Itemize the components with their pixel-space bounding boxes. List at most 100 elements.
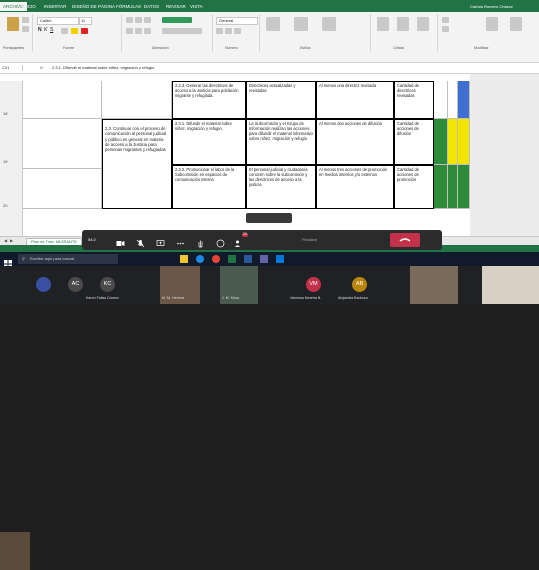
align-middle-icon[interactable] — [135, 17, 142, 23]
participant-video-tile[interactable] — [482, 266, 539, 304]
fill-color-icon[interactable] — [71, 28, 78, 34]
autosum-icon[interactable] — [442, 17, 449, 23]
row-header[interactable]: 19 — [3, 159, 7, 164]
participant-avatar-ab[interactable]: AB — [352, 277, 367, 292]
align-center-icon[interactable] — [135, 28, 142, 34]
raise-hand-icon[interactable] — [196, 235, 205, 248]
align-top-icon[interactable] — [126, 17, 133, 23]
cell-d19[interactable]: La Subcomisión y el Grupo de Información… — [246, 119, 316, 165]
excel-taskbar-icon[interactable] — [228, 255, 236, 263]
status-green-cell[interactable] — [448, 165, 458, 209]
status-green-cell[interactable] — [434, 119, 448, 165]
currency-icon[interactable] — [216, 28, 223, 34]
more-options-icon[interactable] — [176, 235, 185, 245]
align-left-icon[interactable] — [126, 28, 133, 34]
percent-icon[interactable] — [225, 28, 232, 34]
italic-button[interactable]: K — [44, 28, 47, 33]
participant-avatar[interactable] — [36, 277, 51, 292]
cell-d20[interactable]: El personal judicial y ciudadanía conoce… — [246, 165, 316, 209]
font-color-icon[interactable] — [81, 28, 88, 34]
participant-video-tile[interactable] — [0, 532, 30, 570]
participant-video-tile[interactable] — [410, 266, 458, 304]
format-as-table-icon[interactable] — [294, 17, 308, 31]
cell-e19[interactable]: Al menos dos acciones de difusión — [316, 119, 394, 165]
align-bottom-icon[interactable] — [144, 17, 151, 23]
font-size-select[interactable]: 11 — [79, 17, 92, 25]
cell-a20[interactable] — [22, 169, 102, 209]
name-box[interactable]: C21 — [2, 65, 23, 71]
row-header[interactable]: 20 — [3, 203, 7, 208]
tab-vista[interactable]: VISTA — [190, 4, 203, 9]
align-right-icon[interactable] — [144, 28, 151, 34]
cell-a19[interactable] — [22, 119, 102, 169]
cell-d18[interactable]: Directrices actualizadas y revisadas — [246, 81, 316, 119]
chat-icon[interactable] — [216, 235, 225, 248]
tab-diseno[interactable]: DISEÑO DE PÁGINA — [72, 4, 115, 9]
cut-icon[interactable] — [22, 17, 29, 23]
number-format-select[interactable]: General — [216, 17, 258, 25]
cell-c20[interactable]: 2.3.2. Promocionar el labor de la Subcom… — [172, 165, 246, 209]
tab-formulas[interactable]: FÓRMULAS — [116, 4, 141, 9]
user-name[interactable]: Carlota Romero Chávez — [470, 4, 513, 9]
cell-a18[interactable] — [22, 81, 102, 119]
cell-f18[interactable]: Cantidad de directrices revisadas — [394, 81, 434, 119]
wrap-text-button[interactable] — [162, 17, 192, 23]
edge-icon[interactable] — [196, 255, 204, 263]
delete-cells-icon[interactable] — [397, 17, 409, 31]
fill-icon[interactable] — [442, 26, 449, 32]
teams-taskbar-icon[interactable] — [260, 255, 268, 263]
borders-icon[interactable] — [61, 28, 68, 34]
font-name-select[interactable]: Calibri — [37, 17, 79, 25]
format-cells-icon[interactable] — [417, 17, 429, 31]
participant-avatar-vm[interactable]: VM — [306, 277, 321, 292]
cell-e18[interactable]: Al menos una directriz revisada — [316, 81, 394, 119]
fx-icon[interactable]: fx — [40, 66, 43, 70]
sort-filter-icon[interactable] — [486, 17, 498, 31]
comma-icon[interactable] — [234, 28, 241, 34]
find-select-icon[interactable] — [510, 17, 522, 31]
merge-center-button[interactable] — [162, 28, 202, 34]
status-green-cell[interactable] — [434, 165, 448, 209]
camera-icon[interactable] — [116, 235, 125, 246]
cell-e20[interactable]: Al menos tres acciones de promoción en m… — [316, 165, 394, 209]
taskbar-search-box[interactable]: ⚲ Escribe aquí para buscar — [18, 254, 118, 264]
bold-button[interactable]: N — [38, 28, 42, 33]
cell-styles-icon[interactable] — [322, 17, 336, 31]
sheet-nav-prev-icon[interactable]: ◀ — [4, 239, 7, 243]
formula-content[interactable]: 2.3.1. Difundir el material sobre niñez,… — [52, 66, 154, 70]
cell-c18[interactable]: 2.2.3. Generar las directrices de acceso… — [172, 81, 246, 119]
row-header[interactable]: 18 — [3, 111, 7, 116]
chrome-icon[interactable] — [212, 255, 220, 263]
status-yellow-cell[interactable] — [448, 119, 458, 165]
cell-status-1[interactable] — [434, 81, 448, 119]
insert-cells-icon[interactable] — [377, 17, 389, 31]
share-screen-icon[interactable] — [156, 235, 165, 246]
cell-f19[interactable]: Cantidad de acciones de difusión — [394, 119, 434, 165]
cell-f20[interactable]: Cantidad de acciones de promoción — [394, 165, 434, 209]
status-green-cell[interactable] — [458, 165, 470, 209]
tab-datos[interactable]: DATOS — [144, 4, 159, 9]
cell-status-2[interactable] — [448, 81, 458, 119]
tab-inicio[interactable]: INICIO — [22, 4, 36, 9]
windows-start-icon[interactable] — [4, 255, 12, 268]
speaker-label: Mayela Pérez Jiménez — [249, 223, 290, 228]
paste-icon[interactable] — [7, 17, 19, 31]
sheet-nav-next-icon[interactable]: ▶ — [10, 239, 13, 243]
tab-insertar[interactable]: INSERTAR — [44, 4, 66, 9]
status-yellow-cell[interactable] — [458, 119, 470, 165]
copy-icon[interactable] — [22, 26, 29, 32]
cell-b18[interactable] — [102, 81, 172, 119]
underline-button[interactable]: S — [50, 28, 53, 33]
status-blue-cell[interactable] — [458, 81, 470, 119]
mic-icon[interactable] — [136, 235, 145, 248]
leave-call-button[interactable] — [390, 233, 420, 247]
tab-revisar[interactable]: REVISAR — [166, 4, 186, 9]
conditional-format-icon[interactable] — [266, 17, 280, 31]
word-taskbar-icon[interactable] — [244, 255, 252, 263]
file-explorer-icon[interactable] — [180, 255, 188, 263]
cell-c19[interactable]: 2.3.1. Difundir el material sobre niñez,… — [172, 119, 246, 165]
cell-b19[interactable]: 2.3. Continuar con el proceso de comunic… — [102, 119, 172, 209]
participant-avatar-kc[interactable]: KC — [100, 277, 115, 292]
outlook-taskbar-icon[interactable] — [276, 255, 284, 263]
participant-avatar-ac[interactable]: AC — [68, 277, 83, 292]
